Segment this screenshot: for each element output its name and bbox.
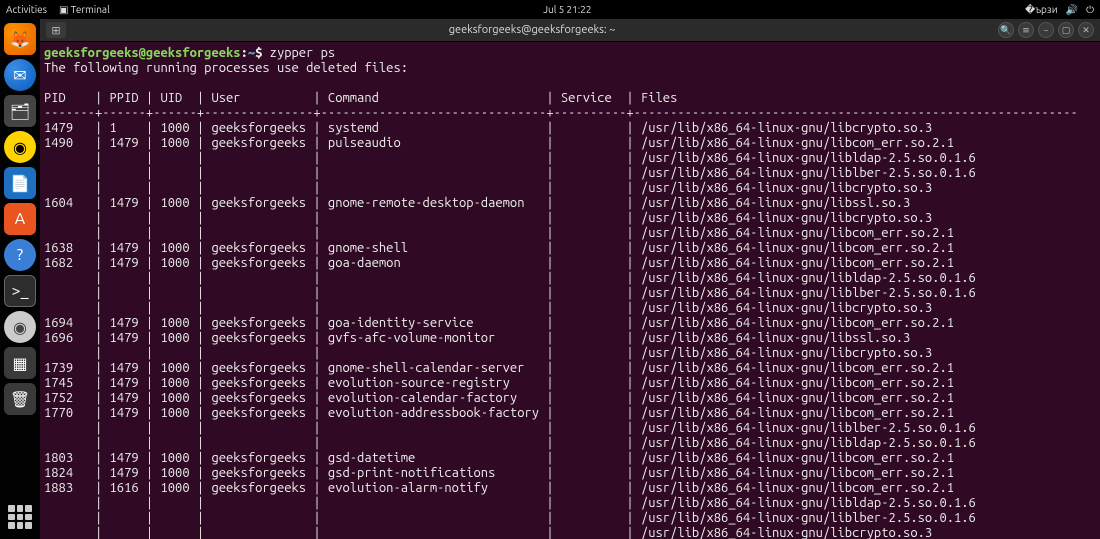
dock-trash[interactable]: 🗑 xyxy=(4,383,36,415)
new-tab-button[interactable]: ⊞ xyxy=(46,22,66,38)
window-title: geeksforgeeks@geeksforgeeks: ~ xyxy=(72,24,992,36)
show-applications[interactable] xyxy=(4,501,36,533)
dock: 🦊 ✉ 🗂 ◉ 📄 A ? >_ ◉ ▦ 🗑 xyxy=(0,19,40,539)
volume-icon[interactable]: 🔊 xyxy=(1066,4,1078,16)
activities-button[interactable]: Activities xyxy=(6,4,47,15)
dock-rhythmbox[interactable]: ◉ xyxy=(4,131,36,163)
terminal-titlebar[interactable]: ⊞ geeksforgeeks@geeksforgeeks: ~ 🔍 ≡ − ▢… xyxy=(40,19,1100,42)
dock-firefox[interactable]: 🦊 xyxy=(4,23,36,55)
dock-help[interactable]: ? xyxy=(4,239,36,271)
dock-software[interactable]: A xyxy=(4,203,36,235)
terminal-output[interactable]: geeksforgeeks@geeksforgeeks:~$ zypper ps… xyxy=(40,42,1100,539)
dock-terminal[interactable]: >_ xyxy=(4,275,36,307)
active-app[interactable]: ▣ Terminal xyxy=(59,4,110,16)
terminal-window: ⊞ geeksforgeeks@geeksforgeeks: ~ 🔍 ≡ − ▢… xyxy=(40,19,1100,539)
minimize-button[interactable]: − xyxy=(1038,22,1054,38)
dock-files[interactable]: 🗂 xyxy=(4,95,36,127)
network-icon[interactable]: �ързи xyxy=(1025,4,1058,16)
terminal-icon: ▣ xyxy=(59,4,68,15)
system-topbar: Activities ▣ Terminal Jul 5 21:22 �ързи … xyxy=(0,0,1100,19)
close-button[interactable]: ✕ xyxy=(1078,22,1094,38)
power-icon[interactable]: ⏻ xyxy=(1086,4,1094,16)
dock-libreoffice[interactable]: 📄 xyxy=(4,167,36,199)
clock[interactable]: Jul 5 21:22 xyxy=(110,4,1025,15)
dock-disk[interactable]: ◉ xyxy=(4,311,36,343)
maximize-button[interactable]: ▢ xyxy=(1058,22,1074,38)
menu-button[interactable]: ≡ xyxy=(1018,22,1034,38)
dock-thunderbird[interactable]: ✉ xyxy=(4,59,36,91)
search-button[interactable]: 🔍 xyxy=(998,22,1014,38)
dock-device[interactable]: ▦ xyxy=(4,347,36,379)
